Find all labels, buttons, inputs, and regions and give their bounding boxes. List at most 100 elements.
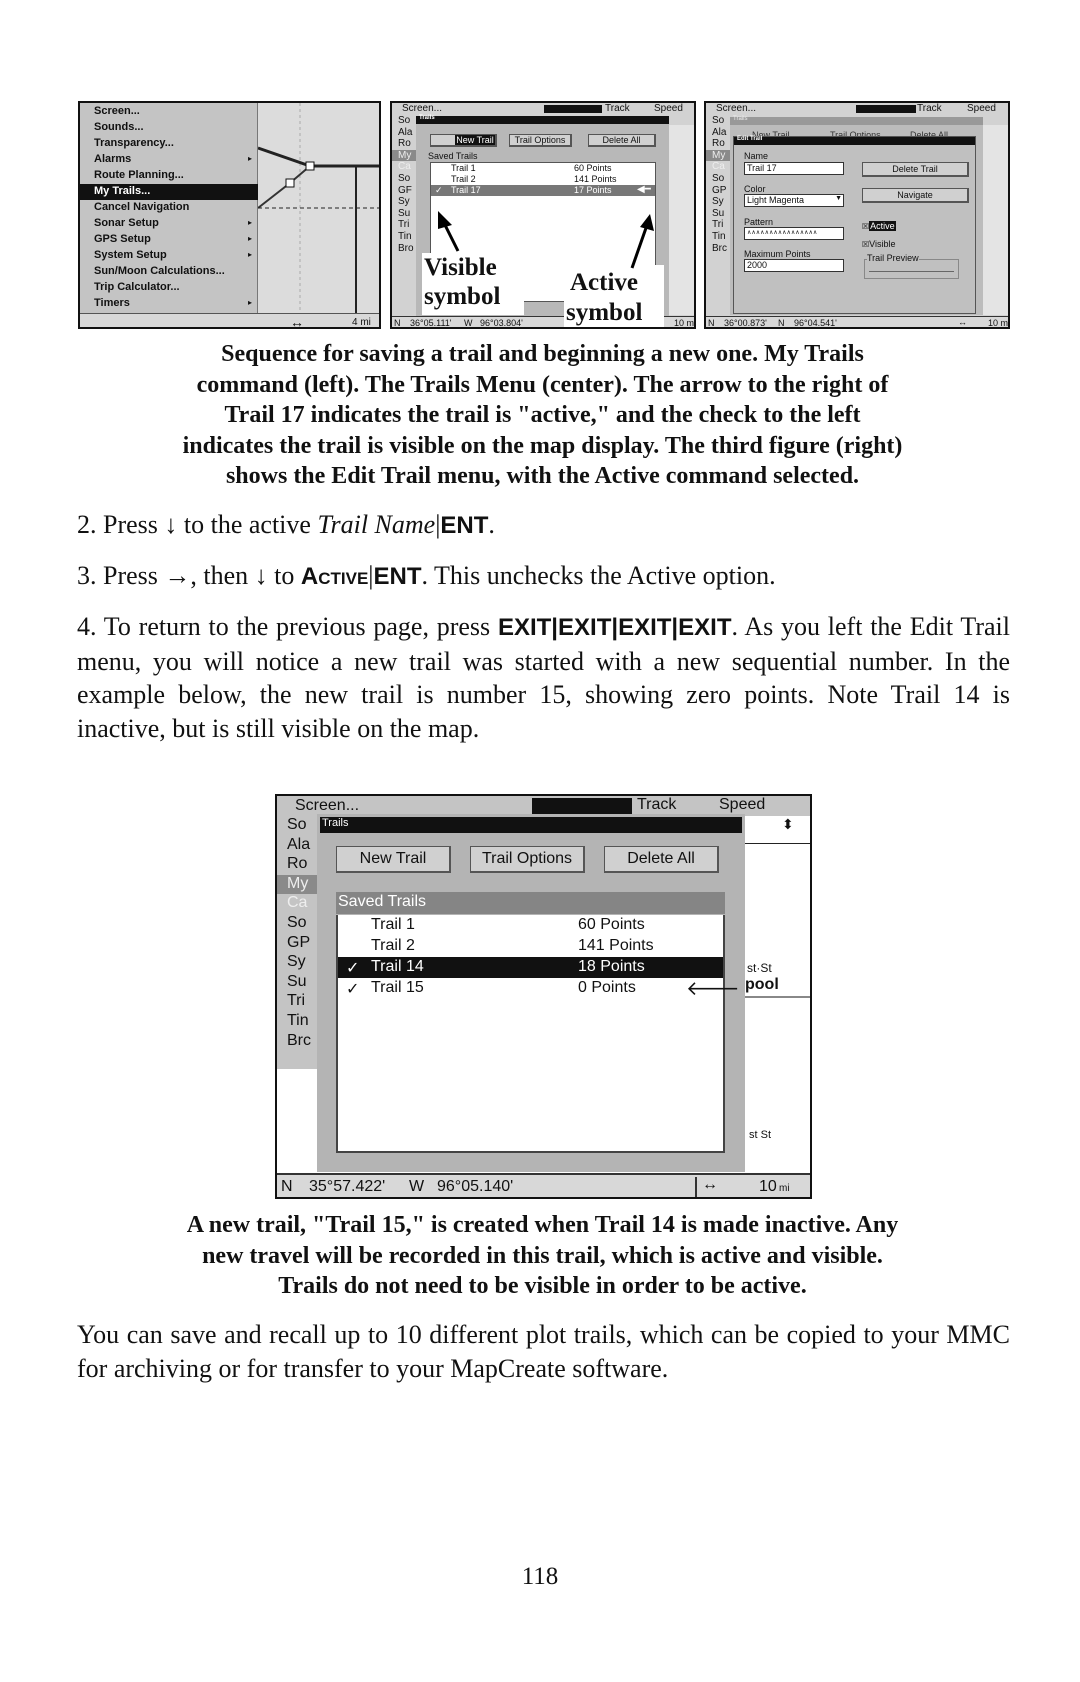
key-ent: ENT bbox=[373, 563, 422, 590]
pattern-field[interactable]: ∧∧∧∧∧∧∧∧∧∧∧∧∧∧∧∧ bbox=[744, 227, 844, 240]
header-black-box bbox=[856, 105, 916, 113]
menu-item-stub[interactable]: Tin bbox=[287, 1012, 309, 1030]
menu-item-stub[interactable]: Su bbox=[712, 208, 724, 219]
menu-item-stub[interactable]: Ala bbox=[712, 127, 726, 138]
menu-item-stub[interactable]: So bbox=[712, 173, 724, 184]
dialog-title: Trails bbox=[733, 116, 748, 122]
header-speed: Speed bbox=[719, 796, 766, 813]
menu-item[interactable]: System Setup ▸ bbox=[80, 248, 258, 264]
lon-hemisphere: W bbox=[409, 1178, 425, 1195]
menu-item[interactable]: Route Planning... bbox=[80, 168, 258, 184]
longitude: 96°04.541' bbox=[794, 318, 837, 328]
trail-options-button[interactable]: Trail Options bbox=[470, 846, 585, 873]
menu-item-label: Timers bbox=[94, 297, 130, 309]
menu-item-stub[interactable]: GP bbox=[287, 934, 310, 952]
menu-item-stub[interactable]: So bbox=[287, 816, 307, 834]
menu-item[interactable]: Screen... bbox=[80, 104, 258, 120]
menu-item-label: Cancel Navigation bbox=[94, 201, 190, 213]
menu-item-stub[interactable]: Ala bbox=[287, 836, 310, 854]
menu-item[interactable]: Sounds... bbox=[80, 120, 258, 136]
submenu-arrow-icon: ▸ bbox=[248, 154, 253, 163]
menu-item[interactable]: My Trails... bbox=[80, 184, 258, 200]
header-screen: Screen... bbox=[716, 103, 757, 114]
speed-field bbox=[745, 820, 769, 842]
key-ent: ENT bbox=[440, 512, 489, 539]
saved-trails-list[interactable]: Trail 1 60 Points Trail 2 141 Points ✓ Trail … bbox=[336, 915, 740, 1153]
lat-hemisphere: N bbox=[281, 1178, 293, 1195]
menu-item-stub[interactable]: Sy bbox=[287, 953, 306, 971]
delete-all-button[interactable]: Delete All bbox=[604, 846, 719, 873]
menu-item[interactable]: GPS Setup ▸ bbox=[80, 232, 258, 248]
menu-item-stub[interactable]: Ca bbox=[712, 161, 725, 172]
menu-item[interactable]: Sonar Setup ▸ bbox=[80, 216, 258, 232]
menu-item-stub[interactable]: Sy bbox=[712, 196, 724, 207]
new-trail-button[interactable]: New Trail bbox=[336, 846, 451, 873]
menu-item-stub[interactable]: Ro bbox=[712, 138, 725, 149]
menu-item[interactable]: Alarms ▸ bbox=[80, 152, 258, 168]
menu-item-stub[interactable]: My bbox=[712, 150, 725, 161]
trail-name: Trail 14 bbox=[371, 958, 424, 975]
navigate-button[interactable]: Navigate bbox=[862, 188, 969, 203]
lat-hemisphere: N bbox=[708, 318, 715, 328]
trail-row[interactable]: Trail 2 141 Points bbox=[338, 936, 723, 957]
closing-paragraph: You can save and recall up to 10 differe… bbox=[77, 1320, 1010, 1383]
active-arrow-icon: 🡐 bbox=[686, 978, 740, 1000]
menu-item-stub[interactable]: GP bbox=[712, 185, 726, 196]
dialog-title: Edit Trail bbox=[737, 136, 763, 142]
menu-item-stub[interactable]: Tri bbox=[287, 992, 305, 1010]
menu-item-label: Trip Calculator... bbox=[94, 281, 180, 293]
menu-item-label: Sounds... bbox=[94, 121, 144, 133]
trail-row[interactable]: Trail 1 60 Points bbox=[338, 915, 723, 936]
status-bar: N 36°00.873' N 96°04.541' ↔ 10 mi bbox=[706, 316, 1008, 328]
visible-checkbox[interactable]: ☒Visible bbox=[862, 239, 896, 249]
submenu-arrow-icon: ▸ bbox=[248, 218, 253, 227]
latitude: 35°57.422' bbox=[309, 1178, 386, 1195]
menu-item-stub[interactable]: So bbox=[287, 914, 307, 932]
scale-unit: mi bbox=[779, 1183, 790, 1194]
menu-item-stub[interactable]: Brc bbox=[287, 1032, 311, 1050]
color-select[interactable]: Light Magenta ▼ bbox=[744, 194, 844, 207]
menu-item-stub[interactable]: My bbox=[287, 875, 308, 893]
delete-trail-button[interactable]: Delete Trail bbox=[862, 162, 969, 177]
trail-points: 60 Points bbox=[578, 916, 645, 933]
menu-item-stub[interactable]: Su bbox=[287, 973, 307, 991]
figure-new-trail-15: st·St pool st St Screen... Track Speed ⬍… bbox=[275, 794, 812, 1199]
menu-item-stub[interactable]: Tri bbox=[712, 219, 723, 230]
menu-item-stub[interactable]: Ro bbox=[287, 855, 307, 873]
up-down-arrows-icon[interactable]: ⬍ bbox=[782, 816, 794, 833]
visible-check-icon: ✓ bbox=[346, 960, 360, 977]
step-2: 2. Press ↓ to the active Trail Name|ENT. bbox=[77, 510, 495, 539]
menu-item-label: Alarms bbox=[94, 153, 132, 165]
header-speed: Speed bbox=[967, 103, 996, 114]
key-exit-sequence: EXIT|EXIT|EXIT|EXIT bbox=[497, 614, 732, 641]
menu-item[interactable]: Trip Calculator... bbox=[80, 280, 258, 296]
menu-item-label: GPS Setup bbox=[94, 233, 151, 245]
status-bar: N 35°57.422' W 96°05.140' ↔ 10 mi bbox=[277, 1173, 810, 1197]
saved-trails-header: Saved Trails bbox=[336, 892, 725, 914]
menu-item[interactable]: Transparency... bbox=[80, 136, 258, 152]
map-label: st·St bbox=[747, 961, 772, 975]
menu-item[interactable]: Timers ▸ bbox=[80, 296, 258, 312]
caption-line: shows the Edit Trail menu, with the Acti… bbox=[225, 463, 860, 489]
max-points-field[interactable]: 2000 bbox=[744, 259, 844, 272]
dropdown-arrow-icon: ▼ bbox=[835, 195, 842, 202]
edit-trail-dialog: Edit Trail Name Trail 17 Color Light Mag… bbox=[733, 136, 976, 314]
key-active: Active bbox=[300, 563, 369, 590]
menu-item[interactable]: Sun/Moon Calculations... bbox=[80, 264, 258, 280]
active-checkbox[interactable]: ☒Active bbox=[862, 221, 896, 231]
trail-row[interactable]: ✓ Trail 14 18 Points bbox=[338, 957, 723, 978]
menu-item-stub[interactable]: Ca bbox=[287, 894, 307, 912]
double-arrow-icon: ↔ bbox=[702, 1176, 718, 1193]
menu-item-stub[interactable]: Brc bbox=[712, 243, 727, 254]
menu-item-label: System Setup bbox=[94, 249, 167, 261]
caption-line: Sequence for saving a trail and beginnin… bbox=[221, 341, 864, 367]
header-track: Track bbox=[917, 103, 942, 114]
main-menu: Screen... Sounds... Transparency... Alarms ▸… bbox=[80, 103, 258, 313]
name-field[interactable]: Trail 17 bbox=[744, 162, 844, 175]
menu-item-stub[interactable]: Tin bbox=[712, 231, 726, 242]
trail-row[interactable]: ✓ Trail 15 0 Points 🡐 bbox=[338, 978, 740, 1000]
caption-line: Trails do not need to be visible in orde… bbox=[278, 1273, 807, 1299]
trails-dialog: Trails New Trail Trail Options Delete Al… bbox=[317, 814, 745, 1172]
menu-item-stub[interactable]: So bbox=[712, 115, 724, 126]
menu-item[interactable]: Cancel Navigation bbox=[80, 200, 258, 216]
